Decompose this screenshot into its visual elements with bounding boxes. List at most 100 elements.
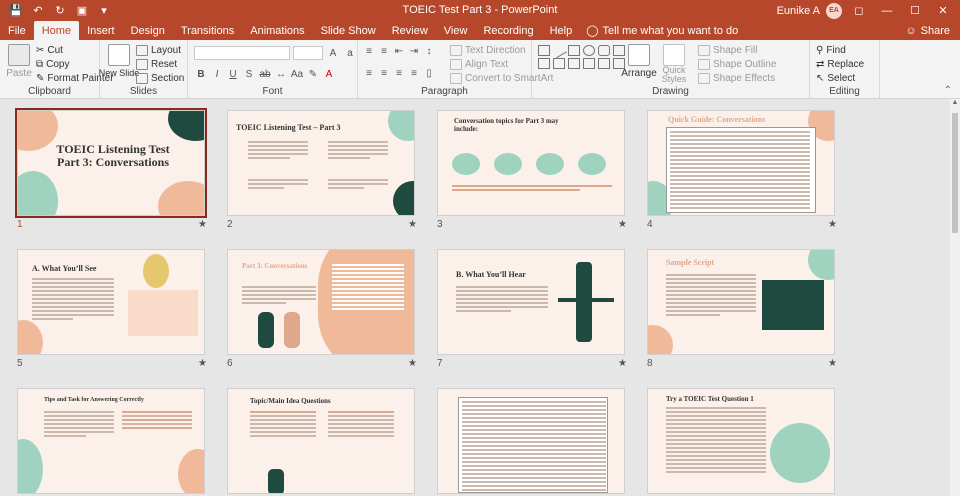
slide-thumbnail-4[interactable]: Quick Guide: Conversations (647, 110, 835, 216)
slide-title: Try a TOEIC Test Question 1 (666, 395, 754, 403)
section-button[interactable]: Section (136, 71, 184, 85)
underline-icon[interactable]: U (226, 67, 240, 81)
shape-effects-button[interactable]: Shape Effects (698, 71, 776, 85)
vertical-scrollbar[interactable]: ▲ (950, 99, 960, 496)
close-icon[interactable]: ✕ (932, 4, 954, 17)
bullets-icon[interactable]: ≡ (362, 44, 376, 58)
tell-me-box[interactable]: ◯ Tell me what you want to do (580, 21, 738, 40)
rectangle-shape-icon[interactable] (568, 45, 580, 56)
mint-blob-decor (18, 171, 58, 215)
shape-fill-button[interactable]: Shape Fill (698, 43, 776, 57)
tab-home[interactable]: Home (33, 21, 80, 40)
slide-title: Tips and Task for Answering Correctly (44, 397, 144, 403)
person-illustration (284, 312, 300, 348)
arrange-button[interactable]: Arrange (621, 44, 657, 80)
rounded-rect-shape-icon[interactable] (598, 45, 610, 56)
increase-indent-icon[interactable]: ⇥ (407, 44, 421, 58)
tab-recording[interactable]: Recording (475, 21, 541, 40)
save-icon[interactable]: 💾 (6, 2, 26, 20)
quick-styles-button[interactable]: Quick Styles (660, 44, 688, 84)
shapes-gallery[interactable] (538, 42, 626, 69)
highlight-icon[interactable]: ✎ (306, 67, 320, 81)
text-lines-decor (332, 264, 404, 312)
new-slide-button[interactable]: New Slide (99, 44, 139, 80)
arrow-shape-icon[interactable] (538, 58, 550, 69)
minimize-icon[interactable]: — (876, 5, 898, 17)
tab-animations[interactable]: Animations (242, 21, 312, 40)
clipboard-label: Clipboard (28, 86, 71, 97)
text-lines-decor (452, 185, 612, 193)
collapse-ribbon-icon[interactable]: ⌃ (944, 85, 952, 96)
ribbon-display-options-icon[interactable]: ◻ (848, 4, 870, 17)
slide-thumbnail-10[interactable]: Topic/Main Idea Questions (227, 388, 415, 494)
slide-number: 2 (227, 219, 233, 230)
decrease-indent-icon[interactable]: ⇤ (392, 44, 406, 58)
layout-button[interactable]: Layout (136, 43, 184, 57)
scrollbar-thumb[interactable] (952, 113, 958, 233)
font-color-icon[interactable]: A (322, 67, 336, 81)
star-shape-icon[interactable] (583, 58, 595, 69)
customize-qat-icon[interactable]: ▾ (94, 2, 114, 20)
avatar[interactable]: EA (826, 2, 842, 19)
tab-help[interactable]: Help (542, 21, 581, 40)
shape-fill-label: Shape Fill (713, 44, 758, 56)
numbering-icon[interactable]: ≡ (377, 44, 391, 58)
decrease-font-icon[interactable]: a (343, 46, 357, 60)
strikethrough-icon[interactable]: ab (258, 67, 272, 81)
reset-button[interactable]: Reset (136, 57, 184, 71)
start-from-beginning-icon[interactable]: ▣ (72, 2, 92, 20)
increase-font-icon[interactable]: A (326, 46, 340, 60)
tab-view[interactable]: View (436, 21, 476, 40)
slide-thumbnail-12[interactable]: Try a TOEIC Test Question 1 (647, 388, 835, 494)
slide-thumbnail-5[interactable]: A. What You’ll See (17, 249, 205, 355)
columns-icon[interactable]: ▯ (422, 66, 436, 80)
replace-button[interactable]: ⇄ Replace (816, 57, 864, 71)
slide-title: Sample Script (666, 258, 715, 267)
change-case-icon[interactable]: Aa (290, 67, 304, 81)
slide-thumbnail-2[interactable]: TOEIC Listening Test – Part 3 (227, 110, 415, 216)
slide-title: Part 3: Conversations (242, 262, 308, 270)
tab-insert[interactable]: Insert (79, 21, 123, 40)
slide-thumbnail-7[interactable]: B. What You’ll Hear (437, 249, 625, 355)
bold-icon[interactable]: B (194, 67, 208, 81)
slide-thumbnail-3[interactable]: Conversation topics for Part 3 may inclu… (437, 110, 625, 216)
maximize-icon[interactable]: ☐ (904, 4, 926, 17)
shape-outline-label: Shape Outline (713, 58, 777, 70)
scroll-up-icon[interactable]: ▲ (950, 99, 960, 109)
tab-design[interactable]: Design (123, 21, 173, 40)
oval-shape-icon[interactable] (583, 45, 595, 56)
slide-thumbnail-6[interactable]: Part 3: Conversations (227, 249, 415, 355)
align-left-icon[interactable]: ≡ (362, 66, 376, 80)
align-center-icon[interactable]: ≡ (377, 66, 391, 80)
slide-thumbnail-9[interactable]: Tips and Task for Answering Correctly (17, 388, 205, 494)
char-spacing-icon[interactable]: ↔ (274, 67, 288, 81)
line-spacing-icon[interactable]: ↕ (422, 44, 436, 58)
mint-blob-decor (808, 250, 834, 280)
share-button[interactable]: ☺ Share (905, 21, 960, 40)
bracket-shape-icon[interactable] (553, 58, 565, 69)
find-button[interactable]: ⚲ Find (816, 43, 864, 57)
slide-thumbnail-8[interactable]: Sample Script (647, 249, 835, 355)
slide-thumbnail-11[interactable] (437, 388, 625, 494)
align-right-icon[interactable]: ≡ (392, 66, 406, 80)
slide-thumbnail-1[interactable]: TOEIC Listening Test Part 3: Conversatio… (15, 108, 207, 218)
brace-shape-icon[interactable] (568, 58, 580, 69)
font-name-combo[interactable] (194, 46, 290, 60)
shape-outline-button[interactable]: Shape Outline (698, 57, 776, 71)
line-shape-icon[interactable] (551, 42, 567, 59)
paste-button[interactable]: Paste (6, 44, 32, 80)
tab-review[interactable]: Review (384, 21, 436, 40)
tab-file[interactable]: File (0, 21, 34, 40)
text-lines-decor (666, 274, 756, 318)
redo-icon[interactable]: ↻ (50, 2, 70, 20)
textbox-shape-icon[interactable] (538, 45, 550, 56)
tab-slide-show[interactable]: Slide Show (313, 21, 384, 40)
justify-icon[interactable]: ≡ (407, 66, 421, 80)
italic-icon[interactable]: I (210, 67, 224, 81)
tab-transitions[interactable]: Transitions (173, 21, 242, 40)
callout-shape-icon[interactable] (598, 58, 610, 69)
select-button[interactable]: ↖ Select (816, 71, 864, 85)
font-size-combo[interactable] (293, 46, 323, 60)
undo-icon[interactable]: ↶ (28, 2, 48, 20)
shadow-icon[interactable]: S (242, 67, 256, 81)
